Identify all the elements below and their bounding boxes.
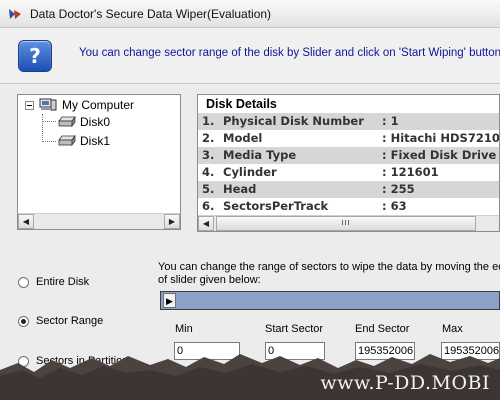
details-horizontal-scrollbar[interactable]: ◀ III	[198, 215, 499, 231]
detail-row: 6. SectorsPerTrack : 63	[198, 198, 499, 215]
detail-row-number: 1.	[202, 114, 215, 128]
disk-tree[interactable]: My Computer Disk0 Disk1 ◀ ▶	[17, 94, 181, 230]
detail-row: 5. Head : 255	[198, 181, 499, 198]
detail-row-label: SectorsPerTrack	[223, 199, 329, 213]
tree-root-my-computer[interactable]: My Computer	[62, 98, 134, 112]
detail-row-value: : Hitachi HDS7210	[382, 131, 500, 145]
tree-connector	[42, 114, 43, 142]
detail-row: 3. Media Type : Fixed Disk Drive	[198, 147, 499, 164]
tree-horizontal-scrollbar[interactable]: ◀ ▶	[18, 213, 180, 229]
detail-row-number: 3.	[202, 148, 215, 162]
disk-icon	[58, 135, 76, 146]
tree-item-disk0[interactable]: Disk0	[80, 115, 110, 129]
radio-label-sector-range: Sector Range	[36, 315, 104, 327]
sector-range-slider[interactable]: ▶	[160, 291, 500, 310]
end-sector-label: End Sector	[355, 323, 410, 335]
title-bar: Data Doctor's Secure Data Wiper(Evaluati…	[0, 0, 500, 28]
detail-row-value: : 255	[382, 182, 415, 196]
max-label: Max	[442, 323, 463, 335]
detail-row-value: : 63	[382, 199, 407, 213]
detail-row-label: Model	[223, 131, 263, 145]
detail-row-label: Cylinder	[223, 165, 277, 179]
info-text: You can change sector range of the disk …	[79, 47, 500, 59]
detail-row-number: 5.	[202, 182, 215, 196]
detail-row-number: 4.	[202, 165, 215, 179]
radio-label-entire-disk: Entire Disk	[36, 276, 90, 288]
info-bar: ? You can change sector range of the dis…	[0, 28, 500, 84]
scroll-right-icon[interactable]: ▶	[164, 214, 180, 229]
collapse-icon[interactable]	[25, 101, 34, 110]
window-title: Data Doctor's Secure Data Wiper(Evaluati…	[30, 7, 272, 21]
disk-details-heading: Disk Details	[198, 95, 499, 113]
tree-connector	[42, 121, 56, 122]
watermark-text: www.P-DD.MOBI	[320, 372, 490, 394]
app-icon	[9, 9, 21, 19]
range-hint-line2: of slider given below:	[158, 274, 261, 286]
disk-icon	[58, 116, 76, 127]
detail-row-label: Head	[223, 182, 257, 196]
detail-row: 4. Cylinder : 121601	[198, 164, 499, 181]
detail-row-label: Physical Disk Number	[223, 114, 364, 128]
detail-row-value: : 1	[382, 114, 399, 128]
scroll-left-icon[interactable]: ◀	[18, 214, 34, 229]
detail-row-value: : 121601	[382, 165, 439, 179]
slider-arrow-icon[interactable]: ▶	[163, 293, 176, 308]
help-glyph: ?	[29, 44, 41, 68]
radio-entire-disk[interactable]	[18, 277, 29, 288]
detail-row-number: 2.	[202, 131, 215, 145]
min-label: Min	[175, 323, 193, 335]
tree-item-disk1[interactable]: Disk1	[80, 134, 110, 148]
detail-row: 1. Physical Disk Number : 1	[198, 113, 499, 130]
detail-row-label: Media Type	[223, 148, 297, 162]
scroll-thumb[interactable]: III	[216, 216, 476, 231]
question-icon[interactable]: ?	[18, 40, 52, 72]
computer-icon	[39, 98, 57, 111]
tree-connector	[42, 141, 56, 142]
radio-sector-range[interactable]	[18, 316, 29, 327]
detail-row-value: : Fixed Disk Drive	[382, 148, 497, 162]
detail-row-number: 6.	[202, 199, 215, 213]
disk-details-panel: Disk Details 1. Physical Disk Number : 1…	[197, 94, 500, 232]
detail-row: 2. Model : Hitachi HDS7210	[198, 130, 500, 147]
range-hint-line1: You can change the range of sectors to w…	[158, 261, 500, 273]
scroll-left-icon[interactable]: ◀	[198, 216, 214, 231]
start-sector-label: Start Sector	[265, 323, 324, 335]
